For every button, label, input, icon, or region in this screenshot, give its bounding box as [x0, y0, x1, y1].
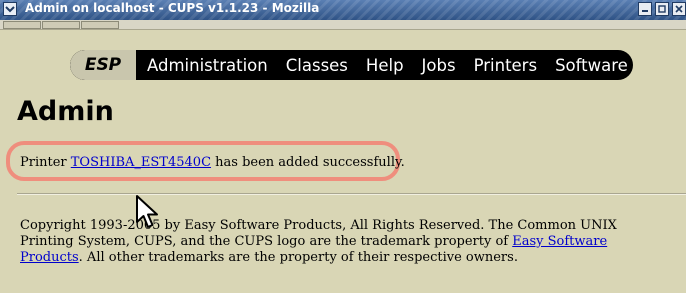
mouse-pointer-icon [135, 194, 161, 234]
tab-handle[interactable] [42, 21, 80, 29]
close-icon [675, 5, 683, 13]
nav-item-software[interactable]: Software [555, 56, 628, 75]
page-content: ESP Administration Classes Help Jobs Pri… [0, 30, 686, 293]
close-button[interactable] [672, 2, 686, 16]
footer-copyright: Copyright 1993-2005 by Easy Software Pro… [20, 218, 670, 266]
window-titlebar[interactable]: Admin on localhost - CUPS v1.1.23 - Mozi… [0, 0, 686, 20]
divider [17, 193, 686, 195]
success-message: Printer TOSHIBA_EST4540C has been added … [20, 155, 405, 170]
esp-logo[interactable]: ESP [70, 50, 136, 80]
tab-handle[interactable] [81, 21, 119, 29]
tab-strip [0, 20, 686, 30]
nav-item-jobs[interactable]: Jobs [422, 56, 456, 75]
maximize-icon [658, 5, 666, 13]
message-prefix: Printer [20, 155, 71, 170]
nav-item-printers[interactable]: Printers [474, 56, 538, 75]
minimize-button[interactable] [638, 2, 652, 16]
printer-link[interactable]: TOSHIBA_EST4540C [71, 155, 211, 170]
minimize-icon [642, 10, 648, 12]
chevron-down-icon [5, 6, 15, 13]
logo-text: ESP [84, 55, 122, 75]
page-title: Admin [17, 96, 114, 127]
footer-text-2: . All other trademarks are the property … [78, 250, 518, 265]
window-menu-button[interactable] [3, 2, 17, 16]
window-title: Admin on localhost - CUPS v1.1.23 - Mozi… [25, 1, 320, 15]
nav-item-classes[interactable]: Classes [286, 56, 348, 75]
nav-item-help[interactable]: Help [366, 56, 404, 75]
message-suffix: has been added successfully. [211, 155, 405, 170]
nav-item-administration[interactable]: Administration [147, 56, 268, 75]
top-navigation: ESP Administration Classes Help Jobs Pri… [70, 50, 633, 80]
tab-handle[interactable] [3, 21, 41, 29]
maximize-button[interactable] [655, 2, 669, 16]
